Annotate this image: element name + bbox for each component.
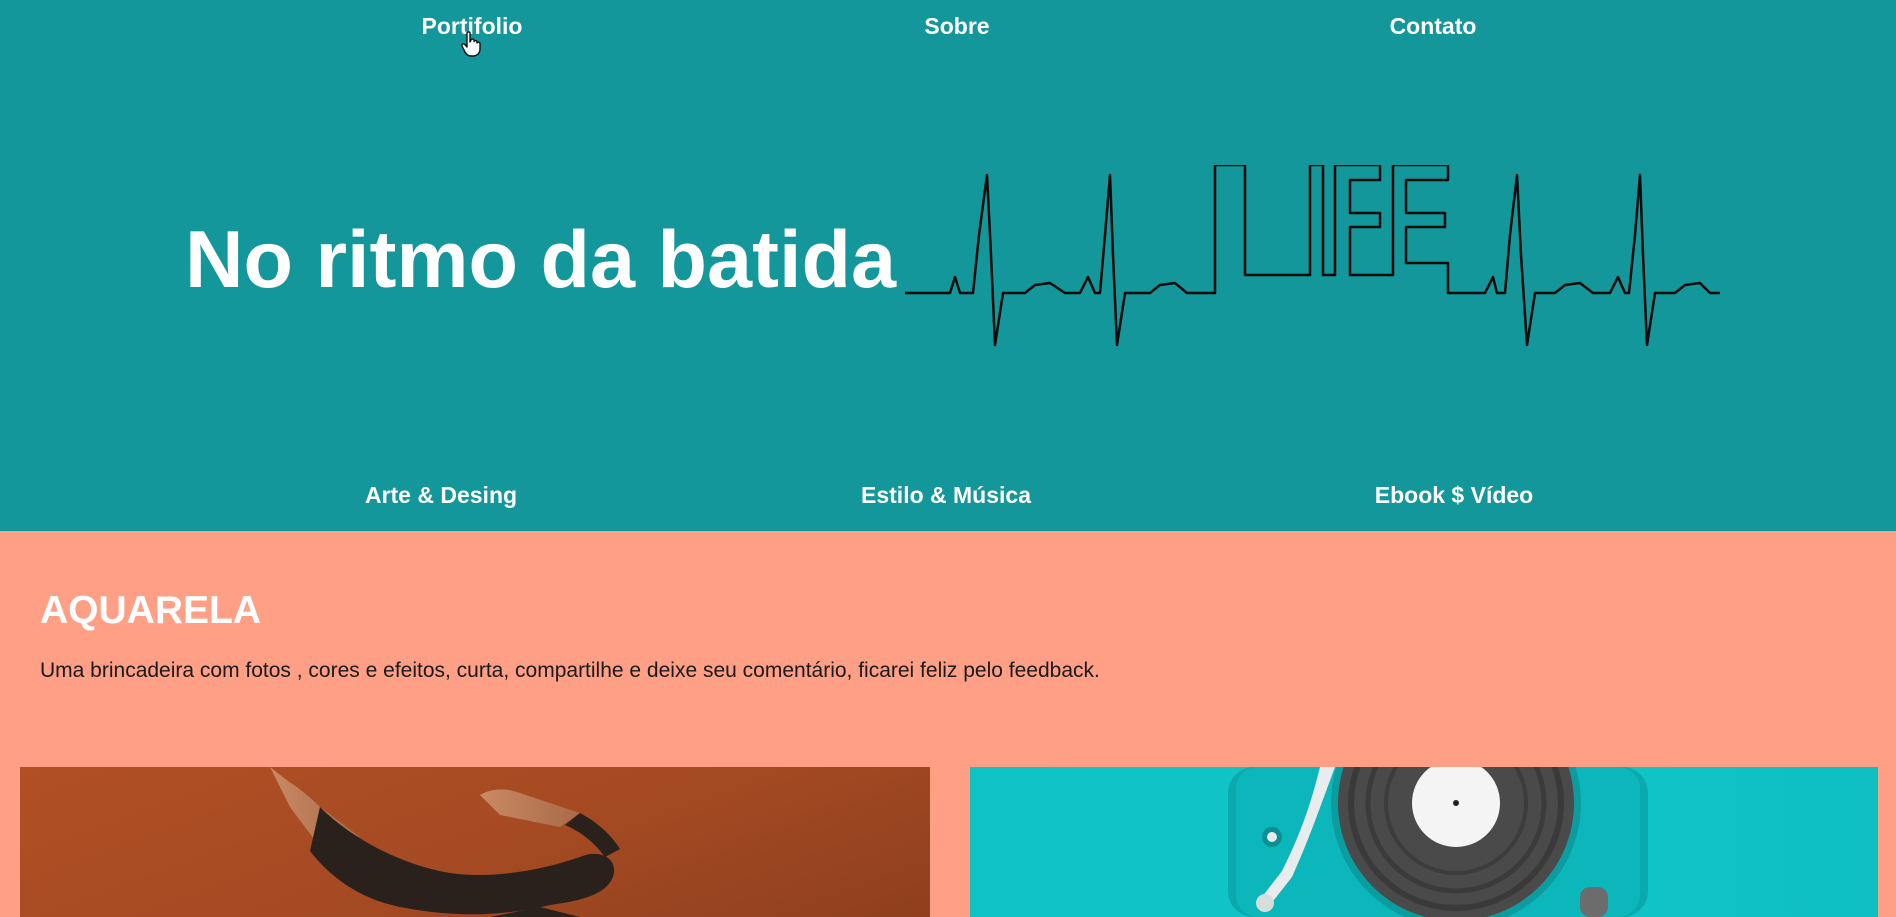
- category-link-estilo-musica[interactable]: Estilo & Música: [861, 482, 1031, 509]
- section-description: Uma brincadeira com fotos , cores e efei…: [40, 659, 1100, 682]
- hero-banner: Portifolio Sobre Contato No ritmo da bat…: [0, 0, 1896, 531]
- nav-link-contato[interactable]: Contato: [1390, 13, 1477, 40]
- section-title: AQUARELA: [40, 589, 261, 632]
- hero-headline: No ritmo da batida: [185, 215, 897, 305]
- gallery-photo-dancer[interactable]: [20, 767, 930, 917]
- turntable-illustration: [1228, 767, 1648, 917]
- dancer-illustration: [270, 767, 620, 917]
- gallery-photo-turntable[interactable]: [970, 767, 1878, 917]
- aquarela-section: AQUARELA Uma brincadeira com fotos , cor…: [0, 531, 1896, 917]
- heartbeat-life-graphic: [905, 165, 1720, 347]
- category-link-arte-desing[interactable]: Arte & Desing: [365, 482, 517, 509]
- nav-link-sobre[interactable]: Sobre: [924, 13, 989, 40]
- category-link-ebook-video[interactable]: Ebook $ Vídeo: [1375, 482, 1533, 509]
- hand-pointer-icon: [461, 31, 481, 57]
